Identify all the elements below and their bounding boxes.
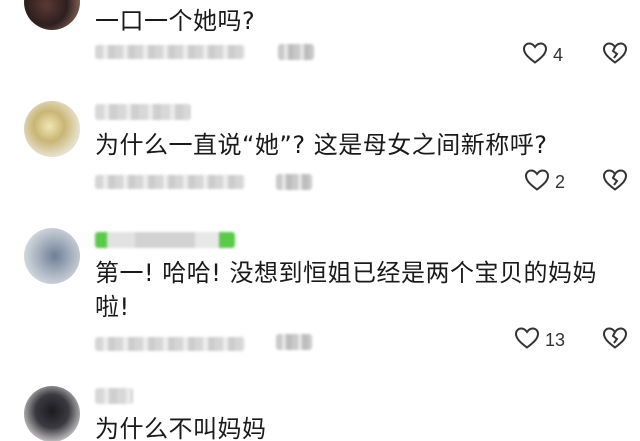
comment-meta-blurred [95, 337, 245, 351]
heart-outline-icon [522, 41, 548, 69]
reply-button-blurred[interactable] [276, 174, 312, 190]
dislike-button[interactable] [602, 168, 628, 196]
like-button[interactable]: 2 [524, 168, 565, 196]
comment-text: 一口一个她吗? [95, 7, 256, 35]
username-blurred[interactable] [95, 388, 133, 404]
broken-heart-icon [602, 42, 628, 69]
reply-button-blurred[interactable] [278, 44, 314, 60]
username-blurred[interactable] [95, 104, 191, 120]
heart-outline-icon [524, 168, 550, 196]
avatar[interactable] [24, 101, 80, 157]
avatar[interactable] [24, 386, 80, 441]
comment-list: 一口一个她吗? 4 为什么一直说“她”? 这是母女之间新称呼? 2 第一! 哈哈… [0, 0, 640, 441]
avatar[interactable] [24, 228, 80, 284]
broken-heart-icon [602, 169, 628, 196]
like-count: 4 [553, 44, 564, 65]
comment-text: 为什么不叫妈妈 [95, 415, 267, 441]
dislike-button[interactable] [602, 41, 628, 69]
comment-text: 第一! 哈哈! 没想到恒姐已经是两个宝贝的妈妈啦! [95, 259, 597, 321]
reply-button-blurred[interactable] [276, 334, 312, 350]
like-button[interactable]: 13 [514, 326, 565, 354]
like-count: 13 [545, 329, 566, 350]
avatar[interactable] [24, 0, 80, 30]
like-count: 2 [555, 171, 566, 192]
comment-meta-blurred [95, 175, 245, 189]
comment-meta-blurred [95, 45, 245, 59]
username-blurred[interactable] [95, 232, 235, 248]
like-button[interactable]: 4 [522, 41, 563, 69]
comment-text: 为什么一直说“她”? 这是母女之间新称呼? [95, 131, 548, 159]
dislike-button[interactable] [602, 326, 628, 354]
heart-outline-icon [514, 326, 540, 354]
broken-heart-icon [602, 327, 628, 354]
